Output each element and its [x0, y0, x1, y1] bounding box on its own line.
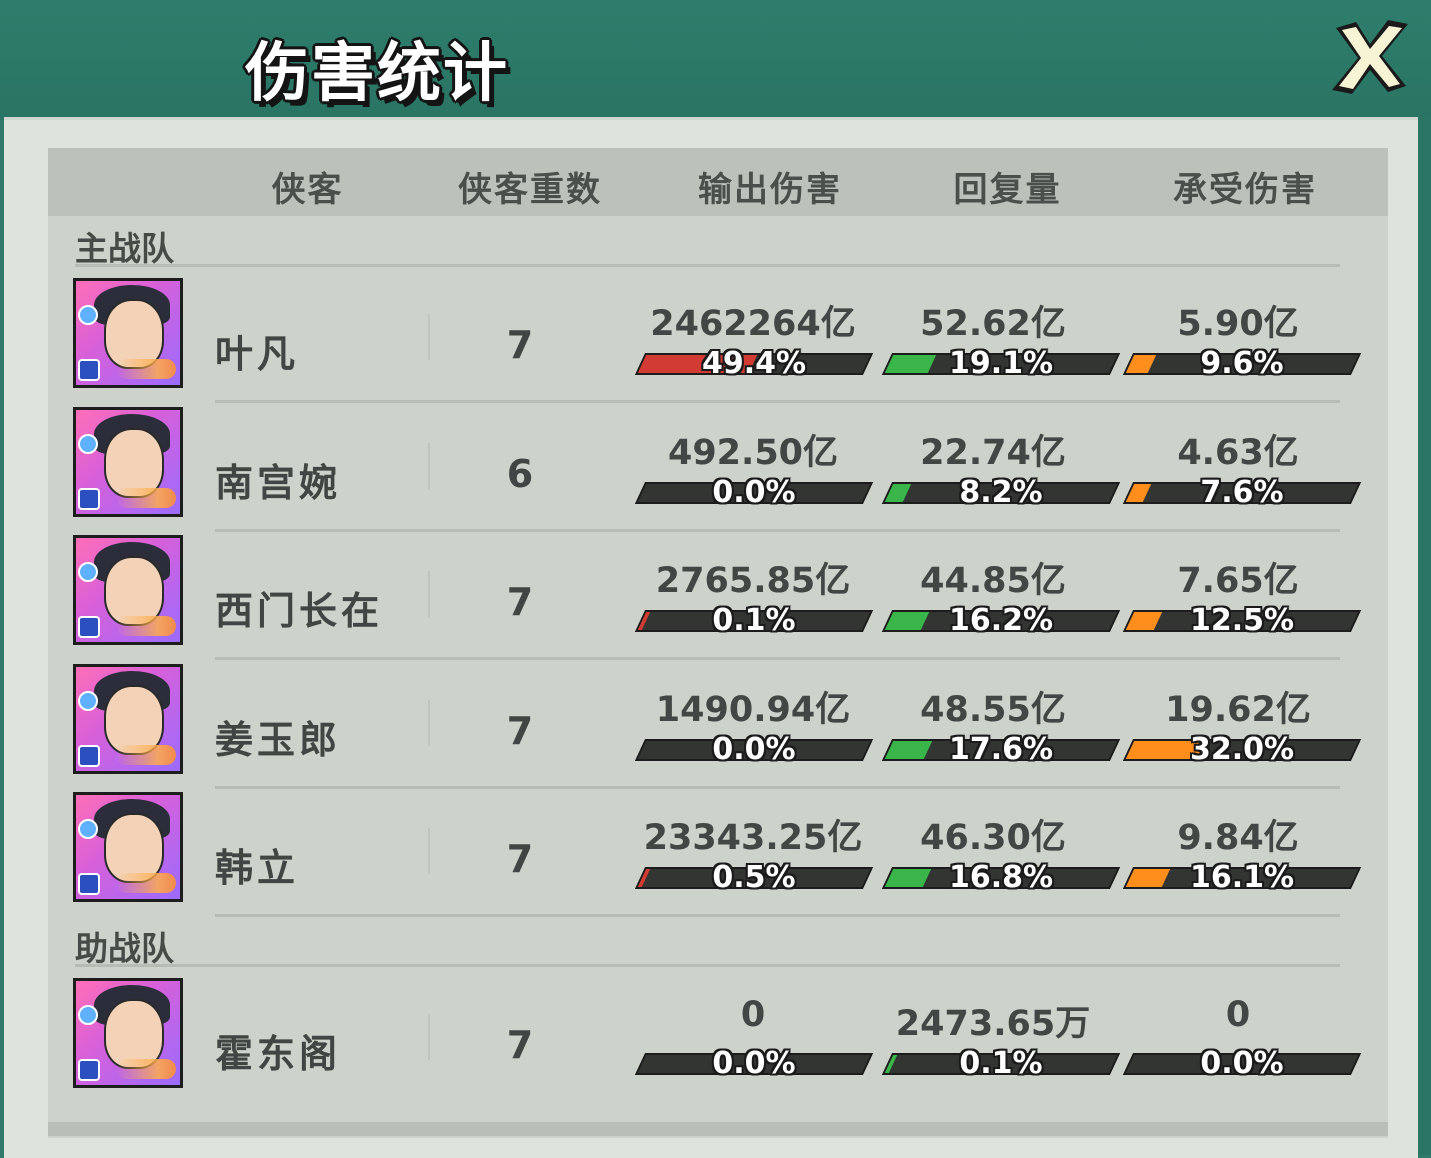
rank-ornament	[116, 359, 176, 379]
divider	[75, 964, 1340, 967]
taken-percent: 32.0%	[1189, 732, 1295, 767]
section-main-team: 主战队	[75, 229, 174, 268]
element-badge-icon	[78, 691, 98, 711]
output-value: 0	[740, 995, 766, 1035]
column-divider	[428, 1014, 430, 1060]
heal-value: 46.30亿	[920, 818, 1066, 858]
taken-value: 0	[1225, 995, 1251, 1035]
hero-portrait[interactable]	[73, 664, 183, 774]
heal-value: 44.85亿	[920, 561, 1066, 601]
element-badge-icon	[78, 562, 98, 582]
output-percent: 0.1%	[712, 603, 796, 638]
hero-name: 姜玉郎	[215, 718, 342, 762]
class-badge-icon	[78, 1059, 100, 1081]
output-percent: 0.0%	[712, 732, 796, 767]
divider	[75, 264, 1340, 267]
hero-portrait[interactable]	[73, 978, 183, 1088]
taken-value: 7.65亿	[1177, 561, 1299, 601]
header-hero: 侠客	[271, 170, 344, 210]
header-healing: 回复量	[953, 170, 1062, 210]
row-divider	[215, 914, 1340, 917]
output-value: 2462264亿	[650, 304, 856, 344]
rank-ornament	[116, 616, 176, 636]
header-hero-rank: 侠客重数	[458, 170, 602, 210]
row-divider	[215, 529, 1340, 532]
taken-value: 19.62亿	[1165, 690, 1311, 730]
output-value: 1490.94亿	[655, 690, 851, 730]
element-badge-icon	[78, 819, 98, 839]
close-icon[interactable]	[1326, 14, 1414, 98]
output-percent: 49.4%	[701, 346, 807, 381]
table-scroll-track[interactable]	[48, 1122, 1388, 1136]
header-output-damage: 输出伤害	[698, 170, 842, 210]
output-percent: 0.0%	[712, 475, 796, 510]
hero-name: 韩立	[215, 846, 300, 890]
hero-rank-count: 6	[506, 452, 534, 496]
taken-percent: 9.6%	[1200, 346, 1284, 381]
row-divider	[215, 657, 1340, 660]
taken-value: 5.90亿	[1177, 304, 1299, 344]
column-divider	[428, 700, 430, 746]
rank-ornament	[116, 1059, 176, 1079]
heal-percent: 16.8%	[948, 860, 1054, 895]
hero-portrait[interactable]	[73, 792, 183, 902]
output-percent: 0.0%	[712, 1046, 796, 1081]
class-badge-icon	[78, 616, 100, 638]
column-divider	[428, 443, 430, 489]
hero-rank-count: 7	[506, 1023, 534, 1067]
taken-value: 4.63亿	[1177, 433, 1299, 473]
heal-percent: 0.1%	[959, 1046, 1043, 1081]
class-badge-icon	[78, 488, 100, 510]
heal-percent: 8.2%	[959, 475, 1043, 510]
row-divider	[215, 400, 1340, 403]
element-badge-icon	[78, 305, 98, 325]
taken-percent: 0.0%	[1200, 1046, 1284, 1081]
hero-name: 南宫婉	[215, 461, 342, 505]
row-divider	[215, 786, 1340, 789]
rank-ornament	[116, 873, 176, 893]
output-value: 492.50亿	[667, 433, 839, 473]
header-damage-taken: 承受伤害	[1173, 170, 1317, 210]
heal-value: 22.74亿	[920, 433, 1066, 473]
rank-ornament	[116, 488, 176, 508]
hero-name: 霍东阁	[215, 1032, 342, 1076]
hero-portrait[interactable]	[73, 407, 183, 517]
panel-edge	[1418, 117, 1431, 1155]
hero-name: 西门长在	[215, 589, 384, 633]
output-value: 2765.85亿	[655, 561, 851, 601]
taken-value: 9.84亿	[1177, 818, 1299, 858]
heal-percent: 16.2%	[948, 603, 1054, 638]
heal-value: 2473.65万	[895, 1004, 1091, 1044]
column-divider	[428, 571, 430, 617]
hero-rank-count: 7	[506, 837, 534, 881]
hero-rank-count: 7	[506, 580, 534, 624]
output-value: 23343.25亿	[643, 818, 863, 858]
class-badge-icon	[78, 873, 100, 895]
heal-value: 52.62亿	[920, 304, 1066, 344]
heal-value: 48.55亿	[920, 690, 1066, 730]
element-badge-icon	[78, 1005, 98, 1025]
element-badge-icon	[78, 434, 98, 454]
class-badge-icon	[78, 359, 100, 381]
class-badge-icon	[78, 745, 100, 767]
output-percent: 0.5%	[712, 860, 796, 895]
rank-ornament	[116, 745, 176, 765]
hero-portrait[interactable]	[73, 535, 183, 645]
column-divider	[428, 828, 430, 874]
taken-percent: 12.5%	[1189, 603, 1295, 638]
hero-rank-count: 7	[506, 323, 534, 367]
hero-rank-count: 7	[506, 709, 534, 753]
heal-percent: 19.1%	[948, 346, 1054, 381]
section-support-team: 助战队	[75, 929, 174, 968]
title-bar	[0, 0, 1431, 120]
hero-name: 叶凡	[215, 332, 300, 376]
column-divider	[428, 314, 430, 360]
taken-percent: 16.1%	[1189, 860, 1295, 895]
heal-percent: 17.6%	[948, 732, 1054, 767]
taken-percent: 7.6%	[1200, 475, 1284, 510]
page-title: 伤害统计	[245, 37, 509, 111]
hero-portrait[interactable]	[73, 278, 183, 388]
